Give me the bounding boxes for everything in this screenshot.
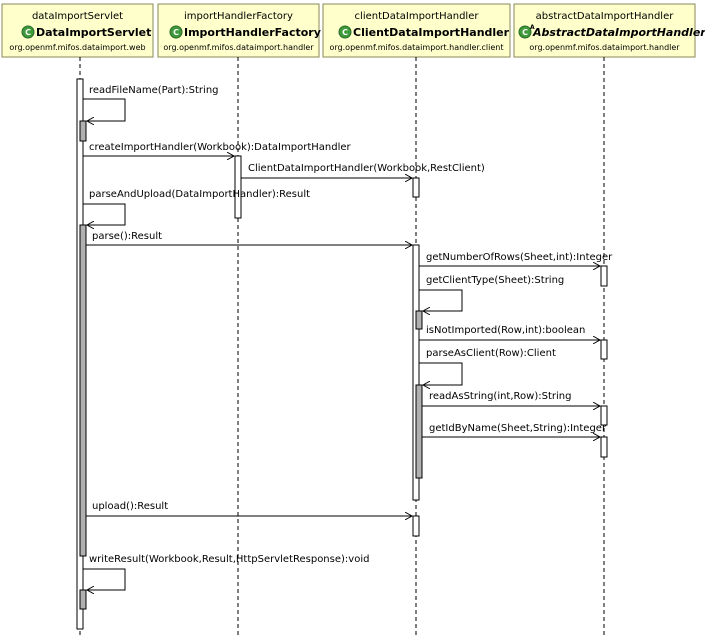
message-self-call[interactable]: writeResult(Workbook,Result,HttpServletR… [83,554,369,590]
message-call[interactable]: isNotImported(Row,int):boolean [419,325,600,340]
message-self-call[interactable]: getClientType(Sheet):String [419,275,564,311]
message-label: parseAndUpload(DataImportHandler):Result [89,189,310,200]
message-call[interactable]: getIdByName(Sheet,String):Integer [422,423,607,437]
svg-text:C: C [25,28,31,37]
participant-instance-name: importHandlerFactory [184,11,293,22]
participant-instance-name: dataImportServlet [32,11,123,22]
message-call[interactable]: parse():Result [86,231,412,245]
participant-instance-name: clientDataImportHandler [355,11,480,22]
activation-bar [79,589,87,610]
activation-bar [415,384,423,479]
message-label: parseAsClient(Row):Client [426,348,556,359]
sequence-diagram: dataImportServlet C DataImportServlet or… [1,3,705,635]
activation-bar [415,310,423,330]
message-label: getIdByName(Sheet,String):Integer [429,423,607,434]
message-call[interactable]: ClientDataImportHandler(Workbook,RestCli… [241,163,485,178]
activation-bar [412,177,420,198]
message-label: readAsString(int,Row):String [429,391,571,402]
participant-header-factory[interactable]: importHandlerFactory C ImportHandlerFact… [157,3,321,58]
participant-header-abstract[interactable]: abstractDataImportHandler C A AbstractDa… [513,3,705,58]
message-self-call[interactable]: readFileName(Part):String [83,85,219,121]
activation-bar [600,436,608,458]
message-label: getNumberOfRows(Sheet,int):Integer [426,252,613,263]
activation-bar [79,224,87,557]
participant-class-name: AbstractDataImportHandler [532,26,705,39]
svg-text:C: C [522,28,528,37]
message-label: createImportHandler(Workbook):DataImport… [89,142,352,153]
activation-bar [600,265,608,287]
class-c-icon: C [21,25,35,39]
participant-class-name: DataImportServlet [36,26,151,39]
activation-bar [79,120,87,142]
message-self-call[interactable]: parseAndUpload(DataImportHandler):Result [83,189,310,225]
message-label: upload():Result [92,501,168,512]
message-self-call[interactable]: parseAsClient(Row):Client [419,348,556,385]
class-c-icon: C [338,25,352,39]
participant-class-name: ImportHandlerFactory [184,26,321,39]
message-label: writeResult(Workbook,Result,HttpServletR… [89,554,369,565]
message-call[interactable]: createImportHandler(Workbook):DataImport… [83,142,352,156]
class-c-icon: C [169,25,183,39]
activation-bar [412,515,420,537]
message-label: isNotImported(Row,int):boolean [426,325,585,336]
participant-package: org.openmf.mifos.dataimport.handler [529,43,680,52]
messages: readFileName(Part):String createImportHa… [83,85,613,590]
message-call[interactable]: upload():Result [86,501,412,516]
message-call[interactable]: readAsString(int,Row):String [422,391,600,406]
svg-text:C: C [173,28,179,37]
message-call[interactable]: getNumberOfRows(Sheet,int):Integer [419,252,613,266]
svg-text:C: C [342,28,348,37]
participant-header-servlet[interactable]: dataImportServlet C DataImportServlet or… [1,3,154,58]
participant-package: org.openmf.mifos.dataimport.handler [163,43,314,52]
participant-package: org.openmf.mifos.dataimport.handler.clie… [330,43,504,52]
participant-class-name: ClientDataImportHandler [353,26,510,39]
message-label: ClientDataImportHandler(Workbook,RestCli… [248,163,485,174]
participant-instance-name: abstractDataImportHandler [536,11,675,22]
message-label: readFileName(Part):String [89,85,219,96]
participant-package: org.openmf.mifos.dataimport.web [9,43,145,52]
activation-bar [234,155,242,219]
message-label: parse():Result [92,231,162,242]
activation-bar [600,339,608,360]
participant-header-client[interactable]: clientDataImportHandler C ClientDataImpo… [322,3,511,58]
message-label: getClientType(Sheet):String [426,275,564,286]
